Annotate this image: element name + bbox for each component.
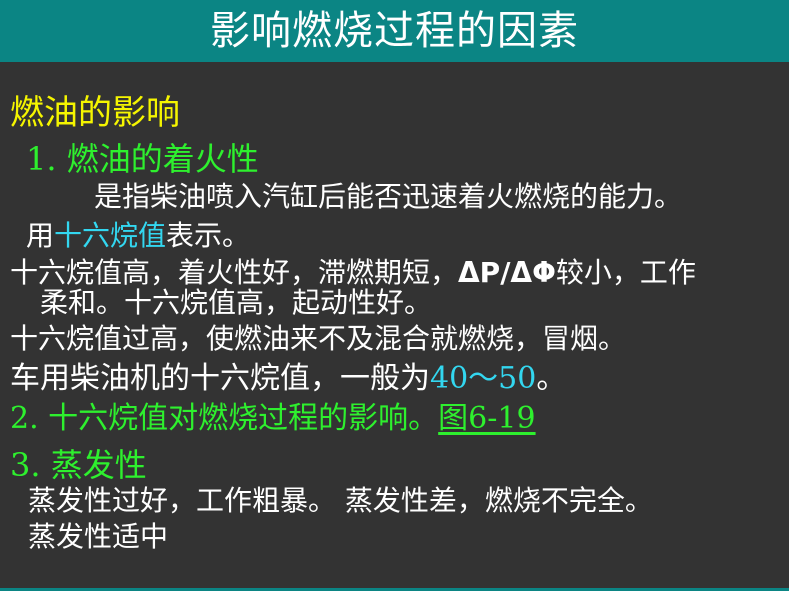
usage-suffix: 表示。 [166,219,251,252]
section2-heading: 2. 十六烷值对燃烧过程的影响。图6-19 [10,404,536,434]
typical-suffix: 。 [536,361,567,396]
cetane-excess-line: 十六烷值过高，使燃油来不及混合就燃烧，冒烟。 [10,322,627,355]
slide-title: 影响燃烧过程的因素 [210,8,579,54]
usage-prefix: 用 [26,219,55,252]
figure-6-19-link[interactable]: 图6-19 [438,401,535,436]
volatility-line-1: 蒸发性过好，工作粗暴。 蒸发性差，燃烧不完全。 [28,484,653,517]
section3-heading: 3. 蒸发性 [10,446,147,484]
slide: 影响燃烧过程的因素 燃油的影响 1. 燃油的着火性 是指柴油喷入汽缸后能否迅速着… [0,0,789,591]
cetane-effect-line-2: 柔和。十六烷值高，起动性好。 [40,286,433,319]
volatility-line-2: 蒸发性适中 [28,520,169,553]
ignition-definition: 是指柴油喷入汽缸后能否迅速着火燃烧的能力。 [94,180,683,213]
typical-range: 40～50 [430,361,537,396]
section1-heading: 1. 燃油的着火性 [26,140,259,178]
section2-heading-text: 2. 十六烷值对燃烧过程的影响。 [10,401,439,436]
title-bar: 影响燃烧过程的因素 [0,0,789,62]
effect-suffix: 较小，工作 [555,256,696,289]
cetane-effect-line-1: 十六烷值高，着火性好，滞燃期短，ΔP/ΔΦ较小，工作 [10,259,696,287]
typical-prefix: 车用柴油机的十六烷值，一般为 [10,361,430,396]
cetane-term: 十六烷值 [54,219,167,252]
effect-prefix: 十六烷值高，着火性好，滞燃期短， [10,256,459,289]
typical-cetane-line: 车用柴油机的十六烷值，一般为40～50。 [10,364,566,394]
pressure-rate-symbol: ΔP/ΔΦ [458,256,556,289]
cetane-usage-line: 用十六烷值表示。 [26,222,250,250]
main-heading: 燃油的影响 [10,93,180,133]
